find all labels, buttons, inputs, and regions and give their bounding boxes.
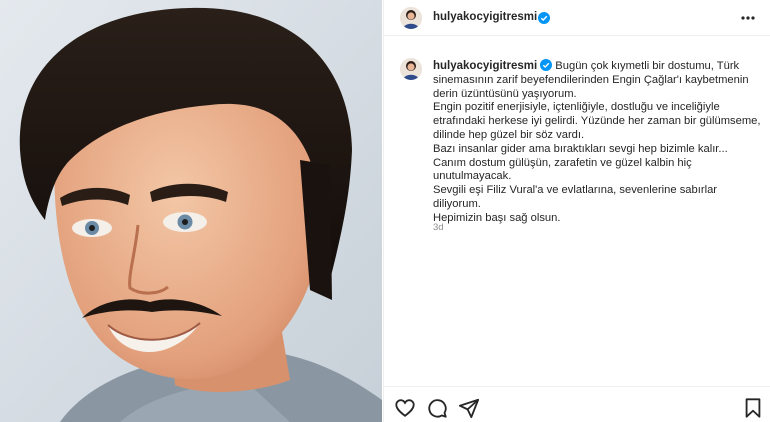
avatar[interactable] (400, 7, 422, 29)
avatar[interactable] (400, 58, 422, 80)
more-options-button[interactable] (737, 8, 759, 28)
post-timestamp[interactable]: 3d (433, 222, 444, 233)
comment-icon (428, 399, 447, 418)
caption-area: hulyakocyigitresmi Bugün çok kıymetli bi… (384, 47, 770, 377)
post-photo (0, 0, 382, 422)
header-username[interactable]: hulyakocyigitresmi (433, 11, 537, 23)
caption-text: Canım dostum gülüşün, zarafetin ve güzel… (433, 156, 692, 183)
caption-text: Hepimizin başı sağ olsun. (433, 211, 561, 224)
post-sidebar: hulyakocyigitresmi hulyakocyigitresmi Bu… (383, 0, 770, 422)
like-button[interactable] (394, 397, 416, 419)
avatar-image (400, 7, 422, 29)
comment-button[interactable] (426, 397, 448, 419)
heart-icon (395, 399, 415, 417)
caption-line: hulyakocyigitresmi Bugün çok kıymetli bi… (433, 59, 763, 101)
more-horizontal-icon (741, 16, 755, 20)
bookmark-icon (745, 398, 761, 418)
portrait-illustration (0, 0, 382, 422)
action-bar (384, 386, 770, 422)
verified-badge-icon (538, 12, 550, 24)
avatar-image (400, 58, 422, 80)
caption-text: Bazı insanlar gider ama bıraktıkları sev… (433, 142, 728, 155)
post-caption: hulyakocyigitresmi Bugün çok kıymetli bi… (433, 59, 763, 226)
caption-text: Sevgili eşi Filiz Vural'a ve evlatlarına… (433, 184, 718, 210)
post-header: hulyakocyigitresmi (384, 0, 770, 36)
caption-text: Engin pozitif enerjisiyle, içtenliğiyle,… (433, 101, 761, 141)
save-button[interactable] (742, 397, 764, 419)
share-button[interactable] (458, 397, 480, 419)
caption-username[interactable]: hulyakocyigitresmi (433, 60, 537, 72)
verified-badge-icon (540, 59, 553, 71)
send-icon (458, 398, 480, 419)
